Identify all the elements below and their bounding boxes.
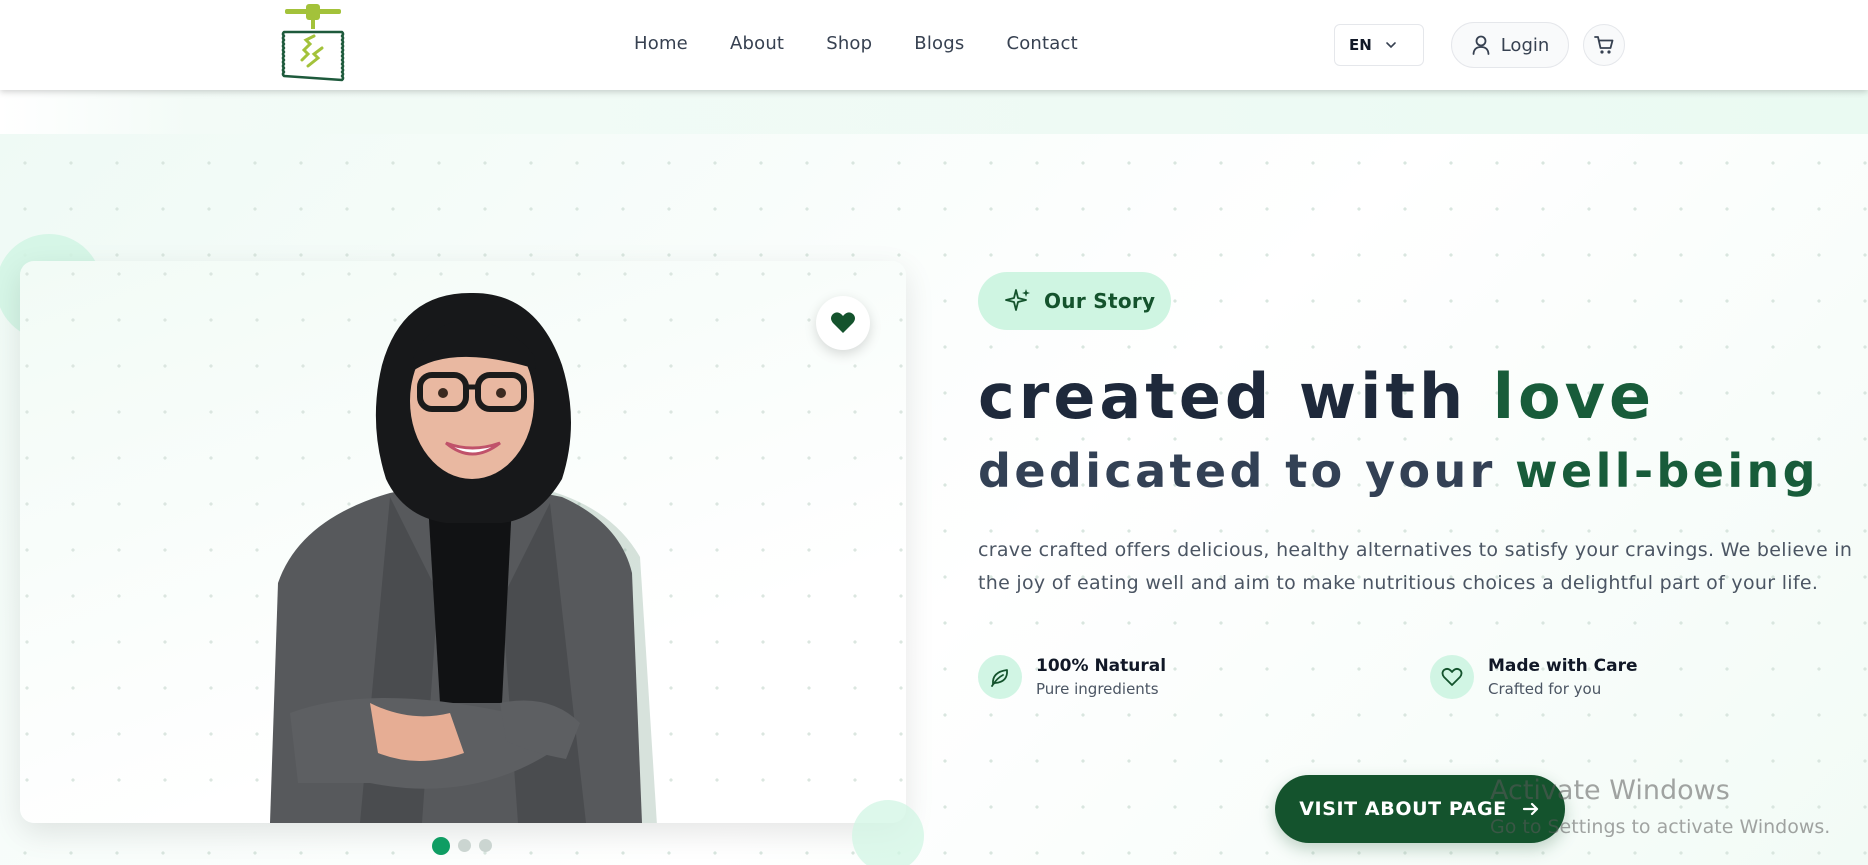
site-header: Home About Shop Blogs Contact EN Login (0, 0, 1868, 90)
hero-top-band (0, 90, 1868, 135)
feature-subtitle: Pure ingredients (1036, 680, 1159, 698)
heading-line2-accent: well-being (1515, 444, 1819, 498)
hero-subheading: dedicated to your well-being (978, 448, 1819, 494)
login-label: Login (1500, 34, 1550, 56)
main-nav: Home About Shop Blogs Contact (634, 33, 1078, 54)
heading-line1-text: created with (978, 360, 1493, 433)
visit-about-button[interactable]: VISIT ABOUT PAGE (1275, 775, 1565, 843)
arrow-right-icon (1522, 802, 1538, 816)
favorite-button[interactable] (816, 296, 870, 350)
badge-label: Our Story (1044, 289, 1156, 313)
nav-shop[interactable]: Shop (826, 33, 872, 54)
nav-contact[interactable]: Contact (1006, 33, 1077, 54)
founder-portrait (270, 292, 657, 823)
leaf-icon (991, 669, 1008, 687)
carousel-dot-2[interactable] (458, 839, 471, 852)
hero-heading: created with love (978, 366, 1655, 428)
feature-natural: 100% Natural Pure ingredients (978, 655, 1166, 699)
feature-title: Made with Care (1488, 656, 1638, 676)
login-button[interactable]: Login (1451, 22, 1569, 68)
heart-outline-icon (1441, 667, 1463, 686)
cart-button[interactable] (1583, 24, 1625, 66)
language-select[interactable]: EN (1334, 24, 1424, 66)
feature-text: Made with Care Crafted for you (1488, 656, 1638, 698)
our-story-badge: Our Story (978, 272, 1171, 330)
carousel-dot-3[interactable] (479, 839, 492, 852)
nav-home[interactable]: Home (634, 33, 688, 54)
user-icon (1472, 35, 1490, 55)
carousel-indicator (432, 837, 492, 855)
chevron-down-icon (1386, 42, 1396, 49)
feature-icon-wrap (1430, 655, 1474, 699)
feature-care: Made with Care Crafted for you (1430, 655, 1638, 699)
sparkles-icon (1005, 289, 1030, 311)
nav-blogs[interactable]: Blogs (914, 33, 964, 54)
feature-text: 100% Natural Pure ingredients (1036, 656, 1166, 698)
heading-line1-accent: love (1492, 360, 1656, 433)
feature-icon-wrap (978, 655, 1022, 699)
founder-photo-card (20, 261, 906, 823)
carousel-dot-1[interactable] (432, 837, 450, 855)
heart-icon (831, 312, 855, 333)
decorative-blob (852, 800, 924, 865)
feature-subtitle: Crafted for you (1488, 680, 1602, 698)
hero-description: crave crafted offers delicious, healthy … (978, 539, 1853, 594)
cta-label: VISIT ABOUT PAGE (1299, 798, 1507, 820)
heading-line2-text: dedicated to your (978, 444, 1516, 498)
page: Home About Shop Blogs Contact EN Login O… (0, 0, 1868, 865)
language-value: EN (1349, 36, 1372, 54)
feature-title: 100% Natural (1036, 656, 1167, 676)
nav-about[interactable]: About (730, 33, 784, 54)
brand-logo[interactable] (278, 4, 348, 84)
cart-icon (1594, 36, 1614, 54)
